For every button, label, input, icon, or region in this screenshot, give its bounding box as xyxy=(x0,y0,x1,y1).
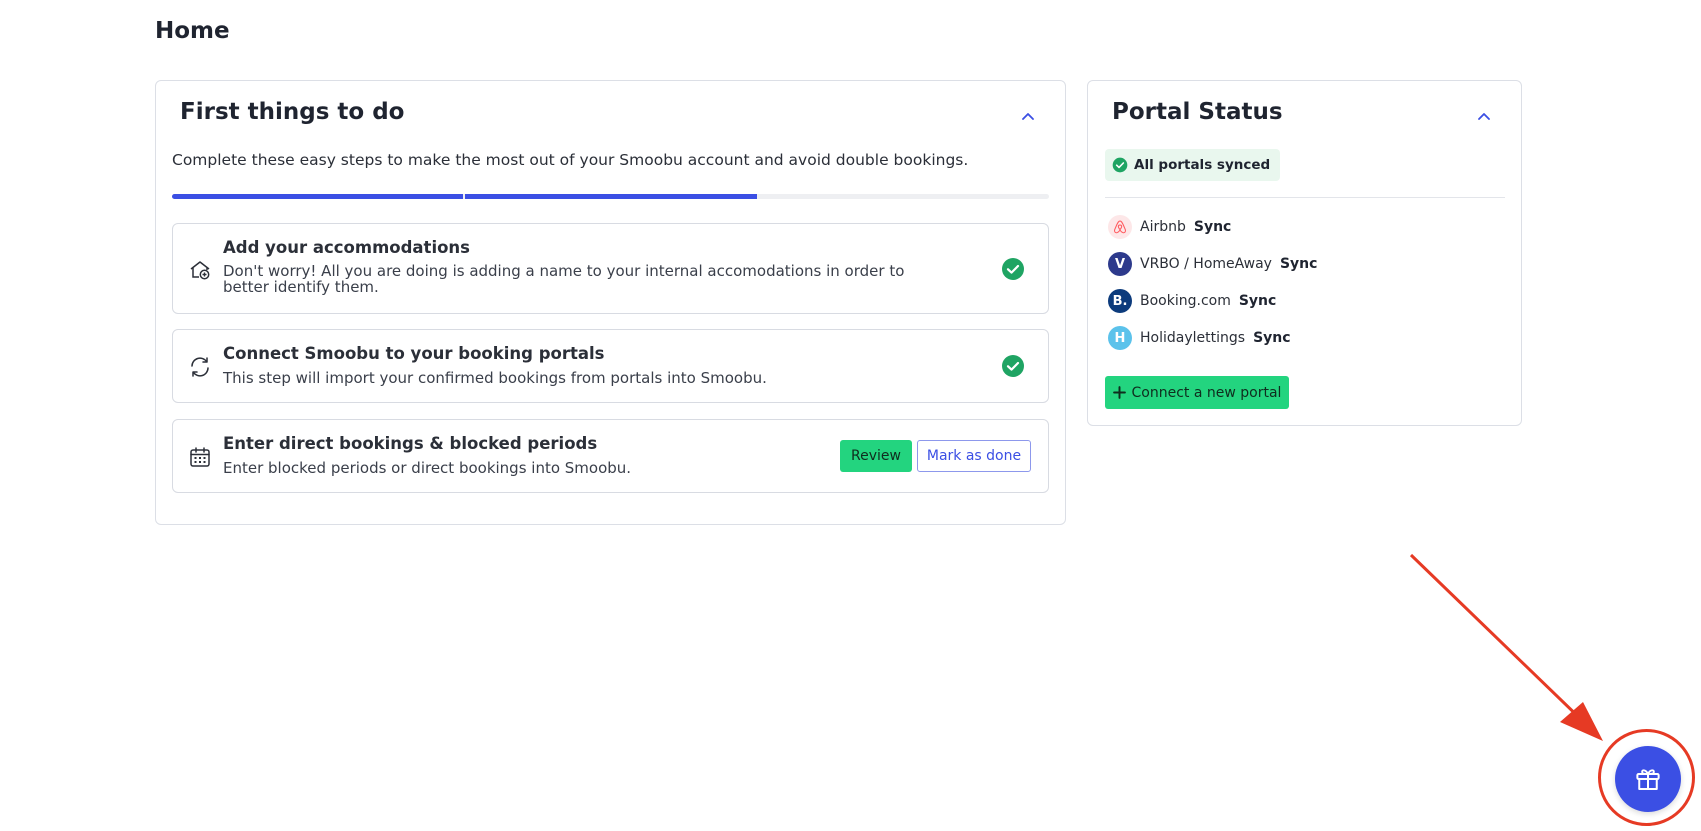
review-button[interactable]: Review xyxy=(840,440,912,472)
portal-sync-status: Sync xyxy=(1253,330,1291,346)
step-title: Connect Smoobu to your booking portals xyxy=(223,344,605,363)
holidaylettings-logo-icon: H xyxy=(1108,326,1132,350)
portal-name: Booking.com xyxy=(1140,293,1231,309)
connect-new-portal-button[interactable]: Connect a new portal xyxy=(1105,376,1289,409)
portal-sync-status: Sync xyxy=(1193,219,1232,235)
portal-sync-status: Sync xyxy=(1279,256,1318,272)
gift-icon xyxy=(1636,769,1660,790)
calendar-icon xyxy=(190,447,210,467)
portal-row-holidaylettings: H Holidaylettings Sync xyxy=(1108,325,1291,351)
airbnb-logo-icon xyxy=(1108,215,1132,239)
mark-as-done-button[interactable]: Mark as done xyxy=(917,440,1031,472)
check-circle-icon xyxy=(1112,157,1128,173)
booking-logo-icon: B. xyxy=(1108,289,1132,313)
portal-status-title: Portal Status xyxy=(1112,99,1283,125)
check-circle-icon xyxy=(1002,258,1024,280)
sync-icon xyxy=(191,357,209,377)
onboarding-progress-bar xyxy=(172,194,1049,199)
page-title: Home xyxy=(155,18,230,44)
house-add-icon xyxy=(190,261,210,280)
portal-row-vrbo: V VRBO / HomeAway Sync xyxy=(1108,251,1317,277)
portal-row-booking: B. Booking.com Sync xyxy=(1108,288,1276,314)
divider xyxy=(1105,197,1505,198)
connect-new-portal-label: Connect a new portal xyxy=(1131,384,1282,401)
status-badge-label: All portals synced xyxy=(1134,157,1271,173)
chevron-up-icon xyxy=(1478,113,1490,120)
step-title: Add your accommodations xyxy=(223,238,471,257)
step-description: Don't worry! All you are doing is adding… xyxy=(223,262,905,296)
first-things-subtitle: Complete these easy steps to make the mo… xyxy=(172,151,969,169)
progress-segment-2 xyxy=(465,194,757,199)
portal-status-card: Portal Status All portals synced Airbnb … xyxy=(1087,80,1522,426)
portal-name: Airbnb xyxy=(1140,219,1186,235)
gift-button[interactable] xyxy=(1615,746,1681,812)
status-badge: All portals synced xyxy=(1105,149,1281,181)
step-direct-bookings[interactable]: Enter direct bookings & blocked periods … xyxy=(172,419,1049,493)
progress-segment-1 xyxy=(172,194,464,199)
vrbo-logo-icon: V xyxy=(1108,252,1132,276)
portal-row-airbnb: Airbnb Sync xyxy=(1108,214,1231,240)
portal-sync-status: Sync xyxy=(1238,293,1277,309)
step-title: Enter direct bookings & blocked periods xyxy=(223,434,598,453)
step-connect-portals[interactable]: Connect Smoobu to your booking portals T… xyxy=(172,329,1049,403)
step-description: This step will import your confirmed boo… xyxy=(223,369,767,387)
chevron-up-icon xyxy=(1022,113,1034,120)
step-add-accommodations[interactable]: Add your accommodations Don't worry! All… xyxy=(172,223,1049,314)
portal-name: VRBO / HomeAway xyxy=(1140,256,1272,272)
first-things-title: First things to do xyxy=(180,99,405,125)
check-circle-icon xyxy=(1002,355,1024,377)
portal-name: Holidaylettings xyxy=(1140,330,1246,346)
collapse-first-things-button[interactable] xyxy=(1019,107,1037,125)
collapse-portal-status-button[interactable] xyxy=(1475,107,1493,125)
plus-icon xyxy=(1112,386,1126,399)
step-description: Enter blocked periods or direct bookings… xyxy=(223,459,632,477)
first-things-card: First things to do Complete these easy s… xyxy=(155,80,1066,525)
